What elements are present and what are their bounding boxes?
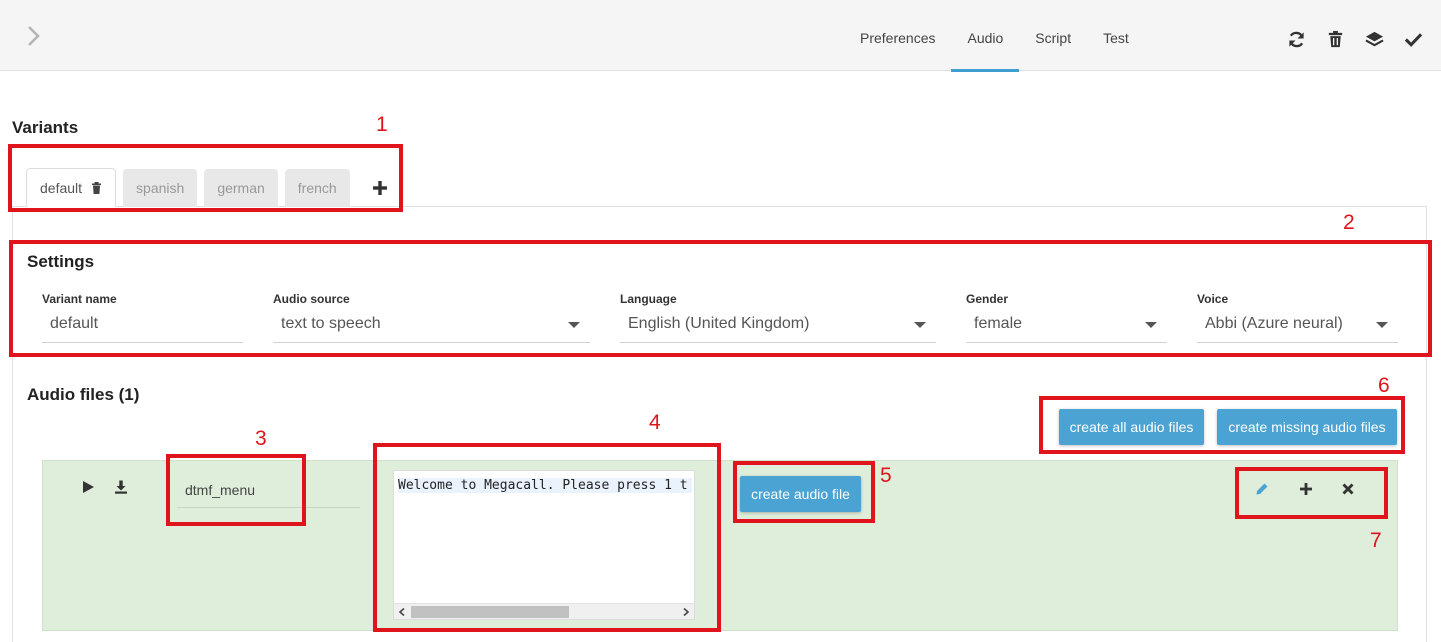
check-icon[interactable]: [1404, 30, 1423, 49]
tab-script[interactable]: Script: [1019, 0, 1087, 71]
main-tabs: Preferences Audio Script Test: [844, 0, 1145, 72]
annotation-number-5: 5: [880, 464, 892, 487]
tab-test[interactable]: Test: [1087, 0, 1145, 71]
annotation-box-2: [9, 240, 1432, 357]
annotation-box-6: [1039, 396, 1405, 454]
annotation-box-5: [733, 461, 875, 523]
annotation-number-4: 4: [649, 411, 661, 434]
annotation-number-6: 6: [1378, 374, 1390, 397]
audio-files-heading: Audio files (1): [27, 385, 140, 404]
annotation-number-1: 1: [376, 113, 388, 136]
annotation-number-7: 7: [1370, 529, 1382, 552]
tab-audio[interactable]: Audio: [951, 0, 1020, 72]
annotation-number-3: 3: [255, 427, 267, 450]
annotation-number-2: 2: [1343, 211, 1355, 234]
variants-heading: Variants: [12, 118, 79, 137]
play-icon[interactable]: [81, 480, 95, 494]
refresh-icon[interactable]: [1287, 30, 1306, 49]
layers-icon[interactable]: [1365, 30, 1384, 49]
annotation-box-7: [1235, 467, 1388, 519]
toolbar-actions: [1287, 30, 1423, 49]
annotation-box-4: [373, 443, 721, 632]
download-icon[interactable]: [114, 480, 128, 494]
chevron-right-icon[interactable]: [22, 22, 46, 50]
annotation-box-3: [166, 454, 306, 526]
top-bar: Preferences Audio Script Test: [0, 0, 1441, 72]
trash-icon[interactable]: [1326, 30, 1345, 49]
annotation-box-1: [8, 144, 403, 212]
tab-preferences[interactable]: Preferences: [844, 0, 951, 71]
